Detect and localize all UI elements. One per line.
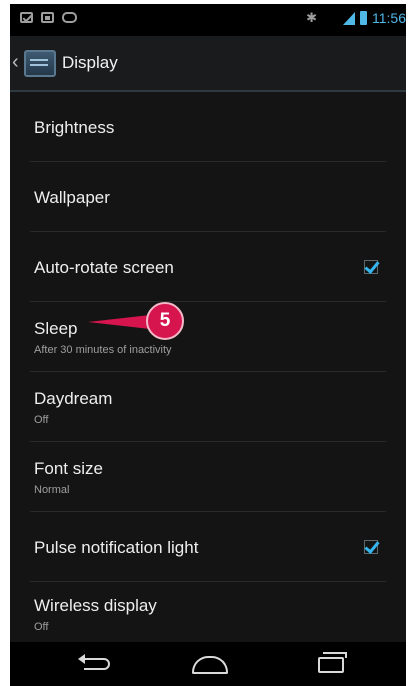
setting-subtitle: Off [34,414,49,426]
notification-icons [20,12,77,23]
setting-subtitle: After 30 minutes of inactivity [34,344,172,356]
setting-daydream[interactable]: Daydream Off [30,372,386,442]
setting-title: Wireless display [34,596,157,615]
setting-subtitle: Off [34,621,49,633]
step-callout: 5 [88,300,184,344]
display-settings-icon [24,50,56,77]
pulse-light-checkbox[interactable] [364,540,378,554]
game-controller-icon [62,12,77,23]
setting-font-size[interactable]: Font size Normal [30,442,386,512]
bluetooth-icon: ✱ [306,10,317,25]
chevron-left-icon: ‹ [12,51,19,73]
battery-icon [360,11,367,25]
setting-sleep[interactable]: Sleep After 30 minutes of inactivity [30,302,386,372]
mail-icon [20,12,33,23]
auto-rotate-checkbox[interactable] [364,260,378,274]
setting-pulse-notification-light[interactable]: Pulse notification light [30,512,386,582]
image-icon [41,12,54,23]
navigation-bar [10,642,406,686]
setting-brightness[interactable]: Brightness [30,92,386,162]
back-icon [78,654,110,670]
status-bar: ✱ 11:56 [10,4,406,36]
page-title: Display [62,53,118,72]
setting-title: Auto-rotate screen [34,258,174,277]
setting-auto-rotate[interactable]: Auto-rotate screen [30,232,386,302]
setting-title: Font size [34,459,103,478]
setting-subtitle: Normal [34,484,70,496]
recent-apps-button[interactable] [306,650,356,678]
home-icon [192,656,228,674]
back-button[interactable] [72,650,122,678]
phone-screen: ✱ 11:56 ‹ Display Brightness Wallpaper A… [10,4,406,686]
setting-title: Brightness [34,118,115,137]
home-button[interactable] [184,650,234,678]
setting-title: Daydream [34,389,113,408]
callout-pointer [88,315,150,329]
action-bar: ‹ Display [10,36,406,92]
wifi-icon [322,11,338,25]
recent-apps-icon [318,652,347,673]
setting-wallpaper[interactable]: Wallpaper [30,162,386,232]
setting-title: Wallpaper [34,188,110,207]
status-clock: 11:56 [372,10,406,26]
setting-title: Pulse notification light [34,538,199,557]
setting-wireless-display[interactable]: Wireless display Off [30,582,386,642]
system-icons: ✱ 11:56 [306,10,406,26]
signal-icon [343,11,355,25]
callout-badge: 5 [146,302,184,340]
setting-title: Sleep [34,319,78,338]
